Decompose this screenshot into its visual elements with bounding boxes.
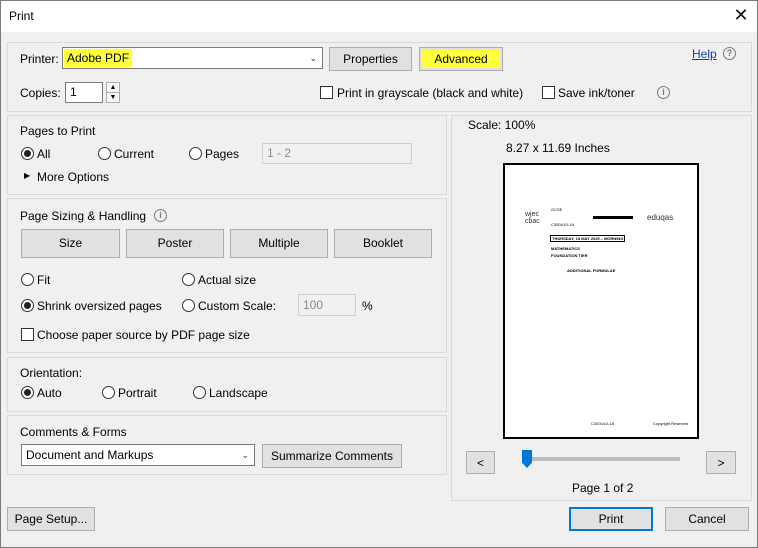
- doc-line-4: MATHEMATICS: [551, 246, 580, 251]
- properties-button[interactable]: Properties: [329, 47, 412, 71]
- grayscale-label: Print in grayscale (black and white): [337, 86, 524, 100]
- title-bar: [1, 1, 757, 32]
- save-ink-checkbox[interactable]: [542, 86, 555, 99]
- orientation-landscape-radio[interactable]: [193, 386, 206, 399]
- expand-triangle-icon[interactable]: ▶: [24, 171, 30, 180]
- more-options-toggle[interactable]: More Options: [37, 170, 109, 184]
- prev-page-button[interactable]: <: [466, 451, 495, 474]
- custom-scale-radio[interactable]: [182, 299, 195, 312]
- comments-forms-heading: Comments & Forms: [20, 425, 127, 439]
- summarize-comments-button[interactable]: Summarize Comments: [262, 444, 402, 468]
- doc-logo-right: eduqas: [647, 213, 674, 222]
- pages-range-input[interactable]: 1 - 2: [262, 143, 412, 164]
- paper-source-checkbox[interactable]: [21, 328, 34, 341]
- doc-line-6: ADDITIONAL FORMULAE: [567, 268, 616, 273]
- doc-line-5: FOUNDATION TIER: [551, 253, 588, 258]
- copies-label: Copies:: [20, 86, 61, 100]
- cancel-button[interactable]: Cancel: [665, 507, 749, 531]
- doc-logo-left-top: wjec: [525, 211, 540, 218]
- pages-to-print-heading: Pages to Print: [20, 124, 96, 138]
- copies-stepper[interactable]: ▲ ▼: [106, 82, 120, 103]
- printer-select[interactable]: Adobe PDF ⌄: [62, 47, 323, 69]
- orientation-auto-radio[interactable]: [21, 386, 34, 399]
- paper-source-label: Choose paper source by PDF page size: [37, 328, 250, 342]
- pages-range-label: Pages: [205, 147, 240, 161]
- shrink-oversized-label: Shrink oversized pages: [37, 299, 162, 313]
- percent-sign: %: [362, 299, 373, 313]
- pages-range-radio[interactable]: [189, 147, 202, 160]
- all-pages-radio[interactable]: [21, 147, 34, 160]
- all-pages-label: All: [37, 147, 51, 161]
- window-title: Print: [9, 9, 34, 23]
- scale-text: Scale: 100%: [468, 118, 536, 132]
- fit-radio[interactable]: [21, 273, 34, 286]
- copies-input[interactable]: 1: [65, 82, 103, 103]
- orientation-landscape-label: Landscape: [209, 386, 268, 400]
- fit-label: Fit: [37, 273, 51, 287]
- comments-forms-selected: Document and Markups: [26, 448, 154, 462]
- actual-size-label: Actual size: [198, 273, 257, 287]
- info-icon[interactable]: i: [657, 86, 670, 99]
- comments-forms-select[interactable]: Document and Markups ⌄: [21, 444, 255, 466]
- booklet-tab[interactable]: Booklet: [334, 229, 432, 258]
- doc-redaction-bar: [593, 216, 633, 219]
- advanced-button[interactable]: Advanced: [419, 47, 503, 71]
- doc-footer-right: Copyright Reserved: [653, 421, 689, 426]
- poster-tab[interactable]: Poster: [126, 229, 224, 258]
- custom-scale-input[interactable]: 100: [298, 294, 356, 316]
- current-page-radio[interactable]: [98, 147, 111, 160]
- grayscale-checkbox[interactable]: [320, 86, 333, 99]
- advanced-button-label: Advanced: [422, 50, 500, 68]
- doc-footer-left: C300U10-1A: [591, 421, 615, 426]
- save-ink-label: Save ink/toner: [558, 86, 635, 100]
- next-page-button[interactable]: >: [706, 451, 736, 474]
- orientation-portrait-radio[interactable]: [102, 386, 115, 399]
- info-icon[interactable]: i: [154, 209, 167, 222]
- print-button[interactable]: Print: [569, 507, 653, 531]
- orientation-heading: Orientation:: [20, 366, 83, 380]
- page-slider-track[interactable]: [525, 457, 680, 461]
- close-icon[interactable]: ✕: [731, 5, 751, 25]
- page-sizing-heading: Page Sizing & Handling: [20, 209, 147, 223]
- doc-line-1: GCSE: [551, 207, 563, 212]
- stepper-down-icon[interactable]: ▼: [107, 93, 119, 102]
- doc-line-3: THURSDAY, 15 MAY 2025 – MORNING: [550, 235, 626, 242]
- actual-size-radio[interactable]: [182, 273, 195, 286]
- multiple-tab[interactable]: Multiple: [230, 229, 328, 258]
- chevron-down-icon: ⌄: [309, 53, 317, 63]
- orientation-auto-label: Auto: [37, 386, 62, 400]
- help-icon[interactable]: ?: [723, 47, 736, 60]
- page-size-text: 8.27 x 11.69 Inches: [506, 141, 610, 155]
- orientation-portrait-label: Portrait: [118, 386, 157, 400]
- shrink-oversized-radio[interactable]: [21, 299, 34, 312]
- doc-line-2: C300U10-1A: [551, 222, 575, 227]
- chevron-down-icon: ⌄: [241, 450, 249, 460]
- page-indicator: Page 1 of 2: [572, 481, 634, 495]
- printer-selected-value: Adobe PDF: [64, 49, 133, 67]
- size-tab[interactable]: Size: [21, 229, 120, 258]
- help-link[interactable]: Help: [692, 47, 717, 61]
- printer-label: Printer:: [20, 52, 59, 66]
- current-page-label: Current: [114, 147, 155, 161]
- custom-scale-label: Custom Scale:: [198, 299, 277, 313]
- doc-logo-left: wjec cbac: [525, 211, 540, 225]
- stepper-up-icon[interactable]: ▲: [107, 83, 119, 93]
- page-setup-button[interactable]: Page Setup...: [7, 507, 95, 531]
- doc-logo-left-bottom: cbac: [525, 218, 540, 225]
- preview-page: wjec cbac GCSE C300U10-1A THURSDAY, 15 M…: [503, 163, 699, 439]
